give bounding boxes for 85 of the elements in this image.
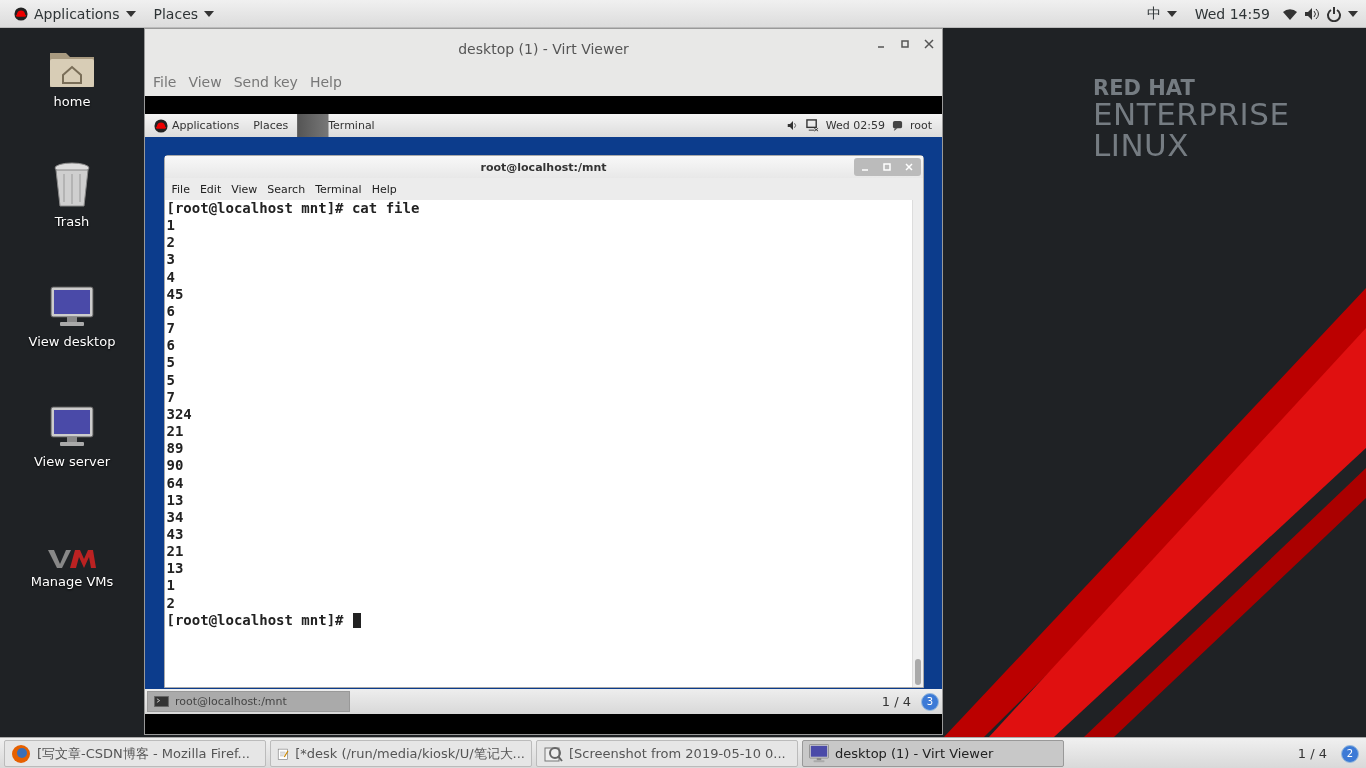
menu-item[interactable]: Help <box>305 74 346 90</box>
browser-icon <box>11 743 31 764</box>
close-icon[interactable] <box>924 39 934 49</box>
user-menu[interactable]: root <box>909 119 932 132</box>
power-icon[interactable] <box>1326 5 1342 22</box>
menu-item[interactable]: File <box>166 182 195 196</box>
menu-item[interactable]: Help <box>366 182 402 196</box>
workspace-indicator[interactable]: 1 / 4 <box>881 694 911 709</box>
terminal-line: 4 <box>166 268 175 286</box>
taskbar-button[interactable]: [Screenshot from 2019-05-10 0... <box>536 740 798 767</box>
terminal-line: 3 <box>166 251 175 269</box>
input-method-menu[interactable]: 中 <box>1140 4 1183 23</box>
logo-text: LINUX <box>1093 130 1190 161</box>
terminal-line: 324 <box>166 405 192 424</box>
terminal-line: 7 <box>166 320 175 338</box>
taskbar-button[interactable]: desktop (1) - Virt Viewer <box>802 740 1064 767</box>
caret-icon <box>1166 10 1177 17</box>
volume-icon[interactable] <box>786 120 799 131</box>
terminal-line: 1 <box>166 577 175 595</box>
taskbar-button[interactable]: [*desk (/run/media/kiosk/U/笔记大... <box>270 740 532 767</box>
terminal-line: 1 <box>166 217 175 235</box>
applications-menu[interactable]: Applications <box>8 5 142 22</box>
notification-badge[interactable]: 2 <box>1341 744 1359 763</box>
monitor-icon <box>50 406 94 448</box>
notification-badge[interactable]: 3 <box>921 692 939 711</box>
terminal-line: 90 <box>166 457 184 475</box>
monitor-icon <box>809 743 829 764</box>
desktop-icon-label[interactable]: View desktop <box>28 334 116 349</box>
caret-icon <box>1348 10 1358 17</box>
user-icon[interactable] <box>891 120 903 131</box>
caret-icon <box>204 10 215 17</box>
network-icon[interactable] <box>805 119 819 132</box>
terminal-line: 34 <box>166 508 184 526</box>
vm-logo-icon <box>48 548 96 568</box>
text-cursor <box>352 613 361 629</box>
terminal-line: 64 <box>166 474 184 492</box>
places-menu[interactable]: Places <box>248 114 294 137</box>
applications-menu[interactable]: Applications <box>149 114 245 137</box>
terminal-line: 7 <box>166 388 175 406</box>
logo-text: RED HAT <box>1093 78 1195 99</box>
menu-item[interactable]: Search <box>262 182 311 196</box>
menu-item[interactable]: View <box>226 182 263 196</box>
terminal-icon <box>154 696 169 707</box>
hat-logo-icon <box>154 118 168 133</box>
terminal-line: 6 <box>166 337 175 355</box>
menu-item[interactable]: Edit <box>194 182 227 196</box>
window-title: desktop (1) - Virt Viewer <box>458 40 629 57</box>
volume-icon[interactable] <box>1304 6 1320 21</box>
caret-icon <box>125 10 136 17</box>
places-menu[interactable]: Places <box>147 5 221 22</box>
terminal-line: 45 <box>166 285 184 303</box>
desktop-icon-label[interactable]: Trash <box>54 214 90 229</box>
terminal-line: 2 <box>166 234 175 252</box>
taskbar-button[interactable]: root@localhost:/mnt <box>147 691 350 712</box>
clock[interactable]: Wed 02:59 <box>825 119 885 132</box>
monitor-icon <box>50 286 94 328</box>
scrollbar-thumb[interactable] <box>914 659 921 685</box>
taskbar-button[interactable]: [写文章-CSDN博客 - Mozilla Firef... <box>4 740 266 767</box>
trash-icon <box>52 162 92 208</box>
desktop-icon-label[interactable]: View server <box>33 454 111 469</box>
workspace-indicator[interactable]: 1 / 4 <box>1297 746 1327 761</box>
terminal-line: 5 <box>166 371 175 389</box>
terminal-line: 6 <box>166 302 175 321</box>
logo-text: ENTERPRISE <box>1093 99 1290 130</box>
maximize-icon[interactable] <box>900 39 910 49</box>
desktop-icon-label[interactable]: Manage VMs <box>30 574 114 589</box>
terminal-line: [root@localhost mnt]# cat file <box>166 200 420 218</box>
clock[interactable]: Wed 14:59 <box>1188 5 1276 22</box>
terminal-line: 13 <box>166 491 184 509</box>
hat-logo-icon <box>14 6 28 21</box>
menu-item[interactable]: View <box>184 74 226 90</box>
terminal-line: 5 <box>166 354 175 372</box>
menu-item[interactable]: File <box>149 74 181 90</box>
terminal-line: 13 <box>166 560 184 578</box>
menu-item[interactable]: Send key <box>229 74 302 90</box>
terminal-line: 89 <box>166 440 184 458</box>
terminal-line: 2 <box>166 594 175 612</box>
wifi-icon[interactable] <box>1282 6 1298 21</box>
terminal-prompt: [root@localhost mnt]# <box>166 611 344 628</box>
terminal-line: 21 <box>166 543 184 561</box>
terminal-line: 21 <box>166 423 184 441</box>
window-title: root@localhost:/mnt <box>480 160 607 174</box>
menu-item[interactable]: Terminal <box>310 182 367 196</box>
terminal-line: 43 <box>166 525 184 544</box>
desktop-icon-label[interactable]: home <box>53 94 91 109</box>
